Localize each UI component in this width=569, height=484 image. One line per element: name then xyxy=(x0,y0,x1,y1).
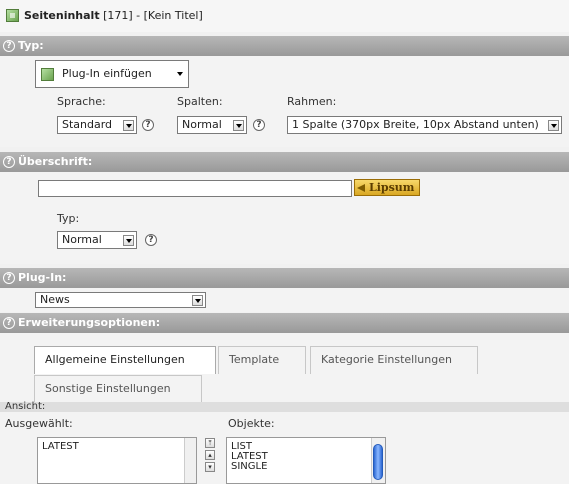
page-content-icon xyxy=(6,9,19,22)
chevron-down-icon[interactable] xyxy=(233,120,244,131)
scrollbar[interactable] xyxy=(184,438,196,483)
frame-value: 1 Spalte (370px Breite, 10px Abstand unt… xyxy=(292,118,539,131)
tab-category-settings[interactable]: Kategorie Einstellungen xyxy=(310,346,478,374)
plugin-select[interactable]: News xyxy=(35,292,206,308)
plugin-icon xyxy=(41,68,54,81)
selected-listbox[interactable]: LATEST xyxy=(37,437,197,484)
section-typ-title: Typ: xyxy=(18,39,44,52)
record-title-rest: [171] - [Kein Titel] xyxy=(99,9,203,22)
language-value: Standard xyxy=(62,118,113,131)
section-plugin-header[interactable]: ? Plug-In: xyxy=(0,268,569,288)
chevron-down-icon[interactable] xyxy=(123,120,134,131)
scrollbar-thumb[interactable] xyxy=(373,444,383,480)
content-type-value: Plug-In einfügen xyxy=(62,67,152,80)
move-top-icon[interactable]: ⤒ xyxy=(205,438,215,448)
chevron-down-icon[interactable] xyxy=(175,69,186,80)
tab-label: Template xyxy=(229,353,280,366)
chevron-down-icon[interactable] xyxy=(192,295,203,306)
scrollbar[interactable] xyxy=(371,438,385,483)
columns-select[interactable]: Normal xyxy=(177,116,247,134)
objects-listbox[interactable]: LIST LATEST SINGLE xyxy=(226,437,386,484)
tab-general-settings[interactable]: Allgemeine Einstellungen xyxy=(34,346,216,374)
help-icon[interactable]: ? xyxy=(3,40,15,52)
language-select[interactable]: Standard xyxy=(57,116,137,134)
tab-template[interactable]: Template xyxy=(218,346,306,374)
heading-input[interactable] xyxy=(38,180,352,197)
tab-label: Allgemeine Einstellungen xyxy=(45,353,185,366)
columns-label: Spalten: xyxy=(177,95,223,108)
frame-select[interactable]: 1 Spalte (370px Breite, 10px Abstand unt… xyxy=(287,116,562,134)
section-plugin-title: Plug-In: xyxy=(18,271,67,284)
section-heading-title: Überschrift: xyxy=(18,155,93,168)
record-title-bold: Seiteninhalt xyxy=(24,9,100,22)
heading-type-select[interactable]: Normal xyxy=(57,231,137,249)
columns-value: Normal xyxy=(182,118,222,131)
help-icon[interactable]: ? xyxy=(142,119,154,131)
move-up-icon[interactable]: ▴ xyxy=(205,450,215,460)
selected-label: Ausgewählt: xyxy=(5,417,73,430)
help-icon[interactable]: ? xyxy=(253,119,265,131)
object-item[interactable]: SINGLE xyxy=(231,462,381,472)
record-title: Seiteninhalt [171] - [Kein Titel] xyxy=(24,9,203,22)
help-icon[interactable]: ? xyxy=(3,317,15,329)
help-icon[interactable]: ? xyxy=(3,272,15,284)
frame-label: Rahmen: xyxy=(287,95,337,108)
chevron-down-icon[interactable] xyxy=(548,120,559,131)
section-typ-header[interactable]: ? Typ: xyxy=(0,36,569,56)
chevron-down-icon[interactable] xyxy=(123,235,134,246)
tab-label: Sonstige Einstellungen xyxy=(45,382,171,395)
help-icon[interactable]: ? xyxy=(3,156,15,168)
language-label: Sprache: xyxy=(57,95,106,108)
heading-type-label: Typ: xyxy=(57,212,80,225)
section-options-title: Erweiterungsoptionen: xyxy=(18,316,161,329)
view-label: Ansicht: xyxy=(5,401,46,412)
lipsum-label: Lipsum xyxy=(369,181,415,194)
plugin-value: News xyxy=(40,293,70,306)
tab-other-settings[interactable]: Sonstige Einstellungen xyxy=(34,375,202,402)
options-divider xyxy=(0,402,569,412)
section-options-header[interactable]: ? Erweiterungsoptionen: xyxy=(0,313,569,333)
tab-label: Kategorie Einstellungen xyxy=(321,353,452,366)
lipsum-button[interactable]: Lipsum xyxy=(354,179,421,196)
selected-item[interactable]: LATEST xyxy=(42,442,192,452)
move-down-icon[interactable]: ▾ xyxy=(205,462,215,472)
heading-type-value: Normal xyxy=(62,233,102,246)
content-type-select[interactable]: Plug-In einfügen xyxy=(35,60,189,88)
section-heading-header[interactable]: ? Überschrift: xyxy=(0,152,569,172)
objects-label: Objekte: xyxy=(228,417,275,430)
help-icon[interactable]: ? xyxy=(145,234,157,246)
